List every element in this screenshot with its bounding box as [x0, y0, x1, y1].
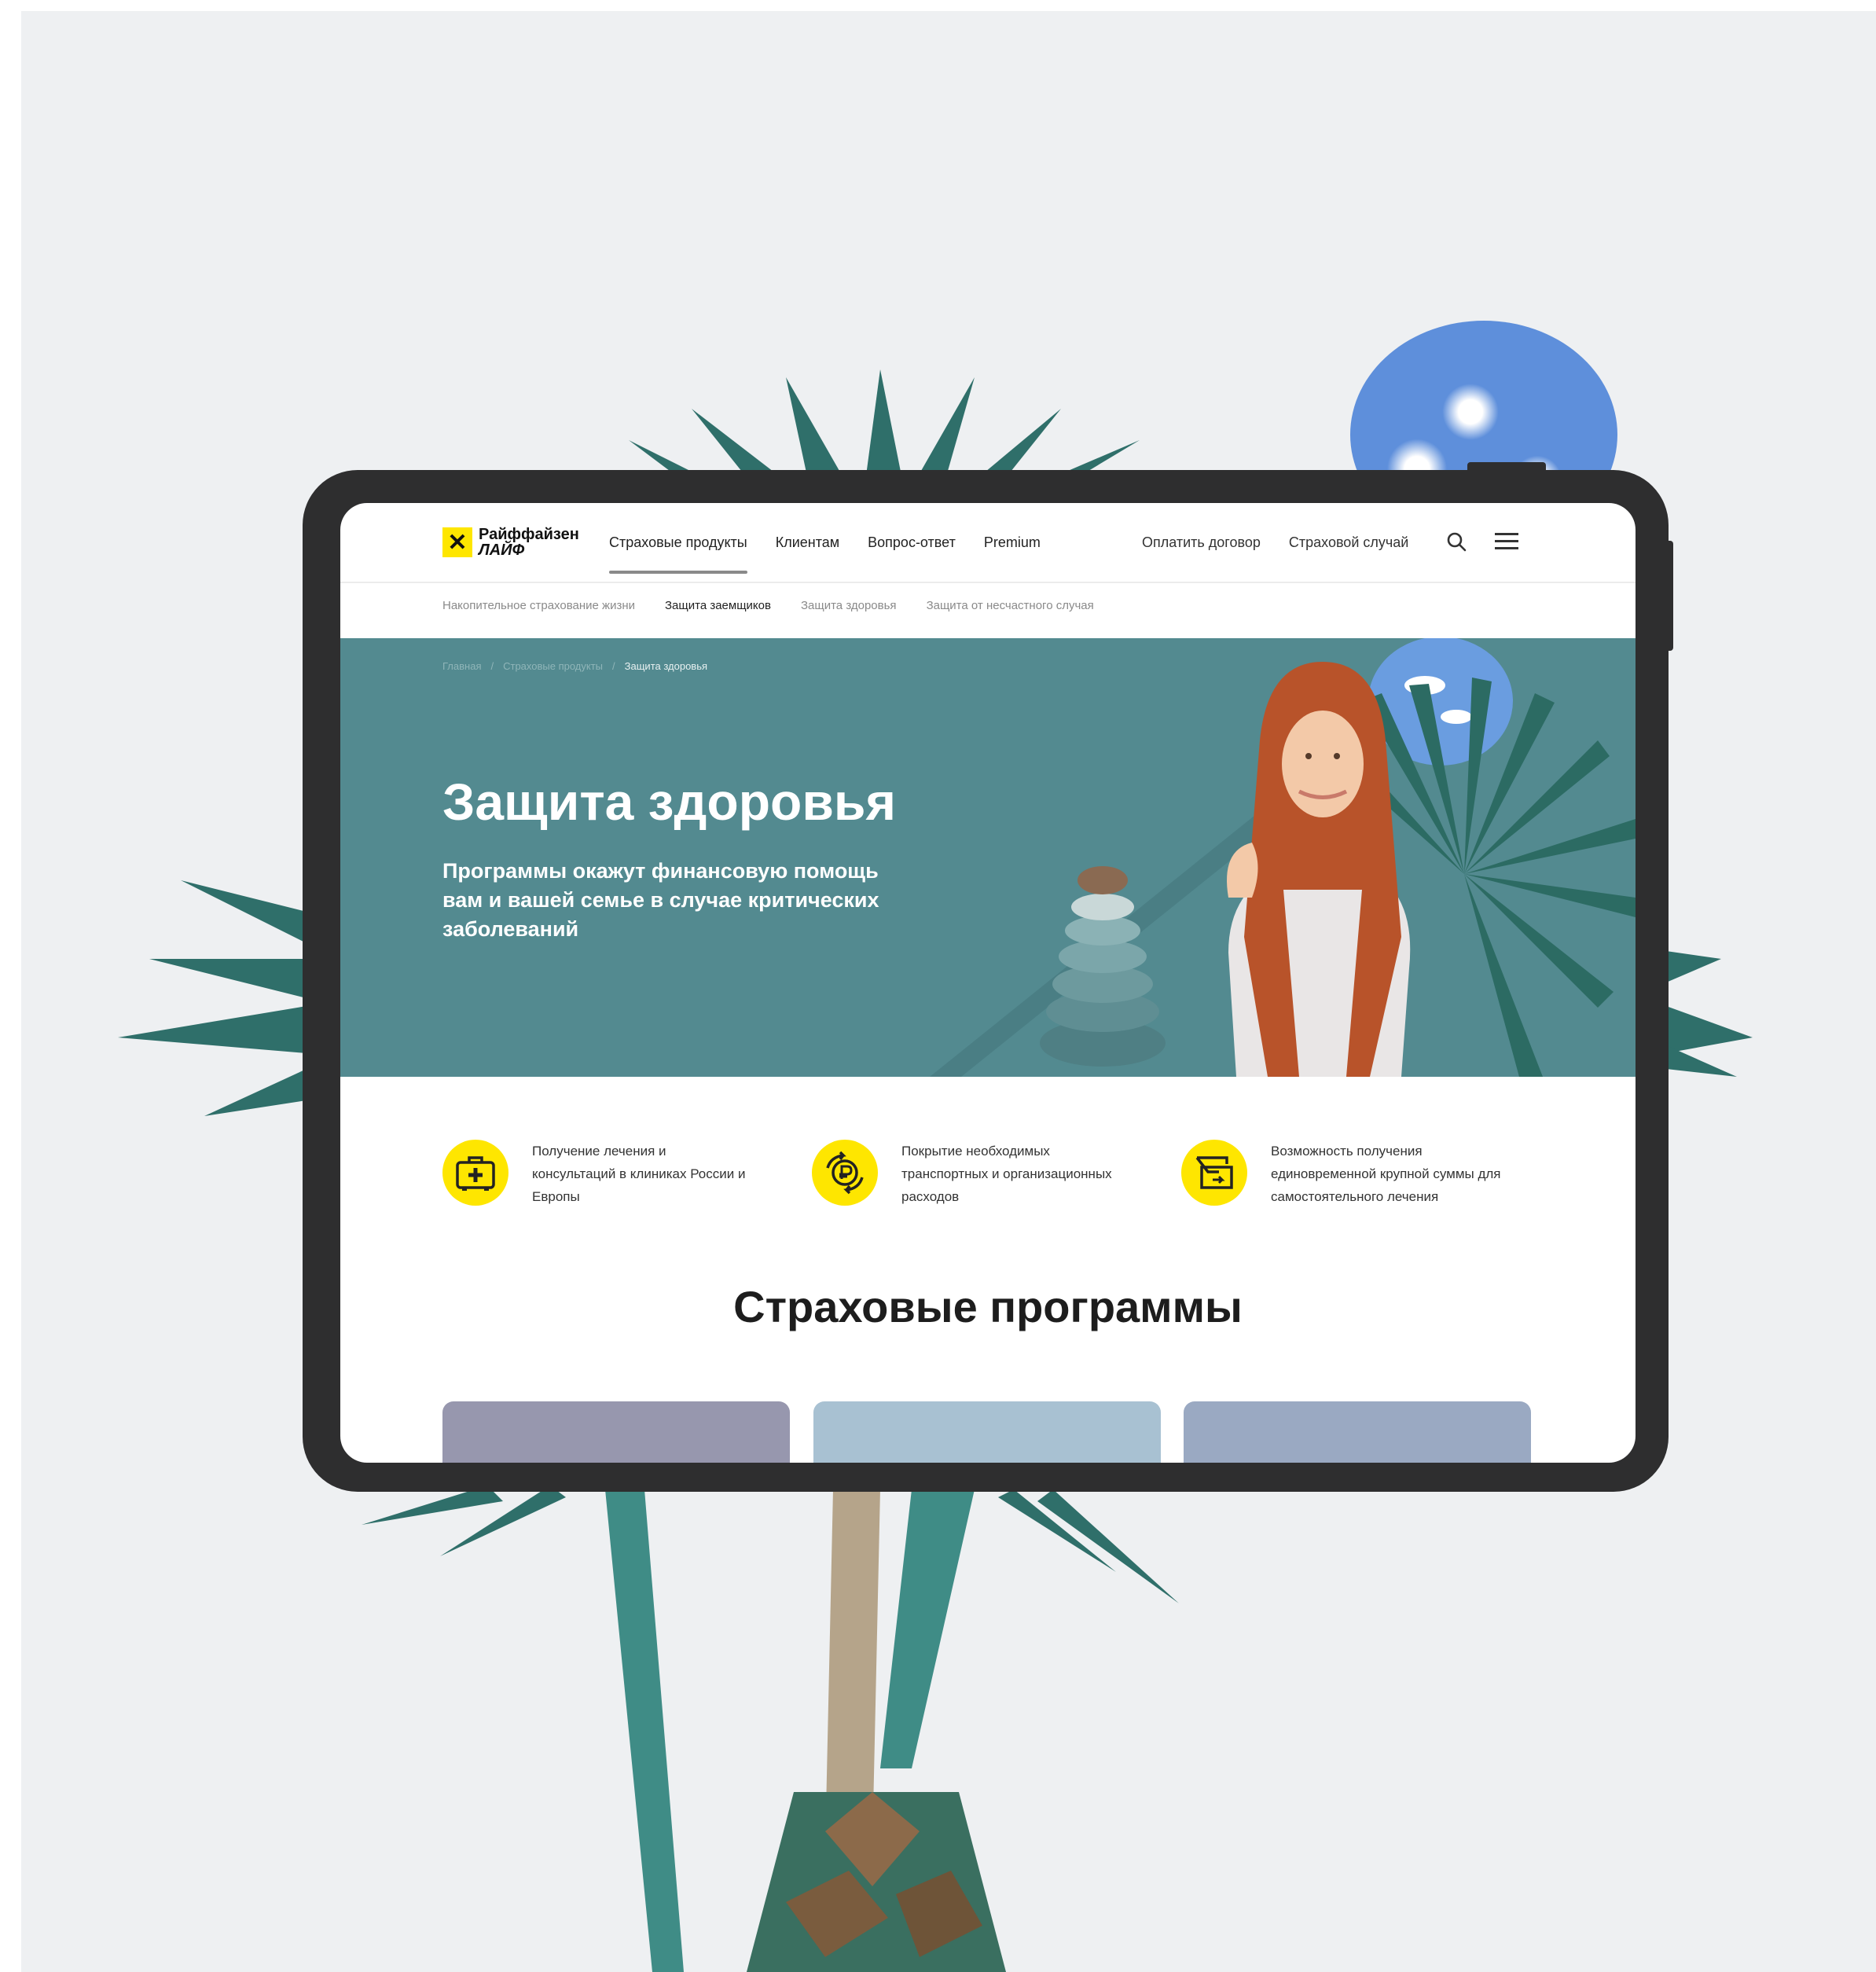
feature-item: Возможность получения единовременной кру… [1181, 1140, 1522, 1208]
logo-line-2: ЛАЙФ [479, 542, 525, 559]
secondary-nav: Оплатить договор Страховой случай [1142, 534, 1437, 551]
sub-nav: Накопительное страхование жизни Защита з… [442, 599, 1124, 612]
features-row: Получение лечения и консультаций в клини… [442, 1140, 1543, 1226]
program-card[interactable] [1184, 1401, 1531, 1463]
menu-icon[interactable] [1493, 528, 1520, 555]
subnav-borrower-protection[interactable]: Защита заемщиков [665, 599, 771, 612]
first-aid-kit-icon [442, 1140, 508, 1206]
logo-text: Райффайзен ЛАЙФ [479, 527, 579, 558]
breadcrumb: Главная / Страховые продукты / Защита зд… [442, 660, 717, 672]
feature-text: Возможность получения единовременной кру… [1271, 1144, 1501, 1204]
money-transfer-icon [1181, 1140, 1247, 1206]
logo-mark-icon: ✕ [442, 527, 472, 557]
logo[interactable]: ✕ Райффайзен ЛАЙФ [442, 527, 579, 558]
subnav-savings-life[interactable]: Накопительное страхование жизни [442, 599, 635, 612]
feature-item: Получение лечения и консультаций в клини… [442, 1140, 752, 1208]
search-icon[interactable] [1443, 528, 1470, 555]
program-card[interactable] [442, 1401, 790, 1463]
breadcrumb-current: Защита здоровья [624, 660, 708, 672]
main-nav: Страховые продукты Клиентам Вопрос-ответ… [609, 534, 1069, 574]
feature-text: Покрытие необходимых транспортных и орга… [901, 1144, 1112, 1204]
nav-faq[interactable]: Вопрос-ответ [868, 534, 956, 551]
nav-premium[interactable]: Premium [984, 534, 1041, 551]
programs-title: Страховые программы [733, 1282, 1243, 1331]
hero-illustration [930, 638, 1636, 1077]
breadcrumb-products[interactable]: Страховые продукты [503, 660, 603, 672]
breadcrumb-home[interactable]: Главная [442, 660, 481, 672]
website-screen: ✕ Райффайзен ЛАЙФ Страховые продукты Кли… [340, 503, 1636, 1463]
subnav-health-protection[interactable]: Защита здоровья [801, 599, 897, 612]
hero-banner: Главная / Страховые продукты / Защита зд… [340, 638, 1636, 1077]
hero-subtitle: Программы окажут финансовую помощь вам и… [442, 859, 879, 941]
page-title: Защита здоровья [442, 773, 896, 831]
feature-text: Получение лечения и консультаций в клини… [532, 1144, 746, 1204]
feature-item: Покрытие необходимых транспортных и орга… [812, 1140, 1122, 1208]
nav-pay-contract[interactable]: Оплатить договор [1142, 534, 1261, 551]
ruble-exchange-icon [812, 1140, 878, 1206]
subnav-accident-protection[interactable]: Защита от несчастного случая [927, 599, 1094, 612]
logo-line-1: Райффайзен [479, 526, 579, 543]
nav-insurance-products[interactable]: Страховые продукты [609, 534, 747, 574]
program-card[interactable] [813, 1401, 1161, 1463]
breadcrumb-separator: / [612, 660, 615, 672]
nav-clients[interactable]: Клиентам [776, 534, 839, 551]
site-header: ✕ Райффайзен ЛАЙФ Страховые продукты Кли… [340, 503, 1636, 583]
nav-insurance-case[interactable]: Страховой случай [1289, 534, 1408, 551]
breadcrumb-separator: / [490, 660, 494, 672]
